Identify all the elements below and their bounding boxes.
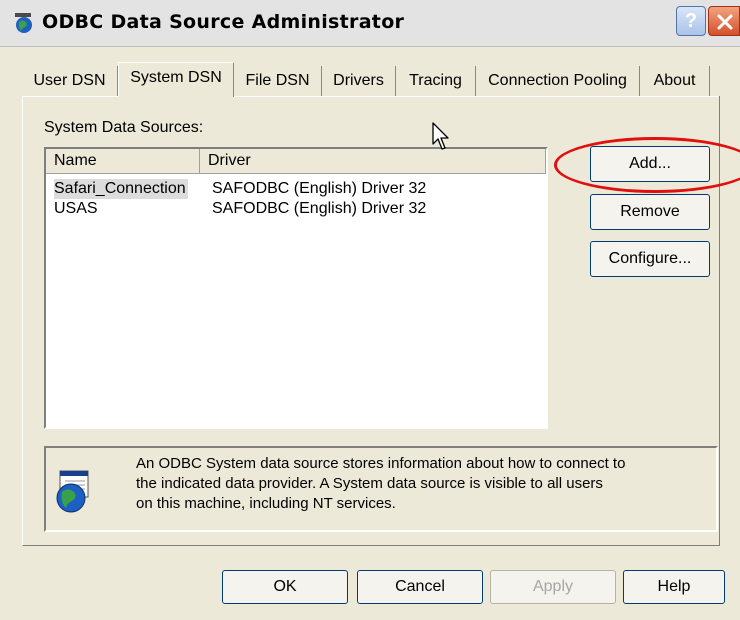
- tab-drivers[interactable]: Drivers: [322, 66, 396, 96]
- data-sources-list[interactable]: Name Driver Safari_Connection SAFODBC (E…: [44, 147, 548, 429]
- column-header-driver[interactable]: Driver: [200, 149, 546, 173]
- section-label: System Data Sources:: [44, 119, 204, 136]
- remove-button[interactable]: Remove: [590, 194, 710, 230]
- configure-button[interactable]: Configure...: [590, 241, 710, 277]
- tab-connection-pooling[interactable]: Connection Pooling: [476, 66, 640, 96]
- globe-database-icon: [56, 470, 89, 513]
- row-name: Safari_Connection: [54, 179, 188, 199]
- cancel-button[interactable]: Cancel: [357, 570, 483, 604]
- help-button[interactable]: Help: [623, 570, 725, 604]
- annotation-circle: [554, 137, 740, 193]
- info-text: An ODBC System data source stores inform…: [136, 454, 706, 514]
- row-name: USAS: [54, 200, 98, 217]
- row-driver: SAFODBC (English) Driver 32: [212, 180, 427, 197]
- title-bar: ODBC Data Source Administrator ?: [0, 0, 740, 47]
- list-row-safari-connection[interactable]: Safari_Connection SAFODBC (English) Driv…: [46, 179, 546, 199]
- info-line: An ODBC System data source stores inform…: [136, 455, 626, 472]
- tab-about[interactable]: About: [640, 66, 710, 96]
- tab-system-dsn[interactable]: System DSN: [118, 62, 234, 97]
- mouse-cursor-icon: [432, 122, 449, 150]
- column-header-name[interactable]: Name: [46, 149, 200, 173]
- window-title: ODBC Data Source Administrator: [42, 11, 405, 33]
- tab-file-dsn[interactable]: File DSN: [234, 66, 322, 96]
- close-button[interactable]: [708, 6, 740, 36]
- info-line: on this machine, including NT services.: [136, 495, 396, 512]
- odbc-globe-icon: [15, 13, 32, 33]
- list-header: Name Driver: [46, 149, 546, 174]
- ok-button[interactable]: OK: [222, 570, 348, 604]
- help-title-button[interactable]: ?: [676, 6, 706, 36]
- apply-button[interactable]: Apply: [490, 570, 616, 604]
- list-row-usas[interactable]: USAS SAFODBC (English) Driver 32: [46, 199, 546, 219]
- tab-user-dsn[interactable]: User DSN: [22, 66, 118, 96]
- tab-tracing[interactable]: Tracing: [396, 66, 476, 96]
- close-icon: [717, 14, 733, 30]
- row-driver: SAFODBC (English) Driver 32: [212, 200, 427, 217]
- info-line: the indicated data provider. A System da…: [136, 475, 603, 492]
